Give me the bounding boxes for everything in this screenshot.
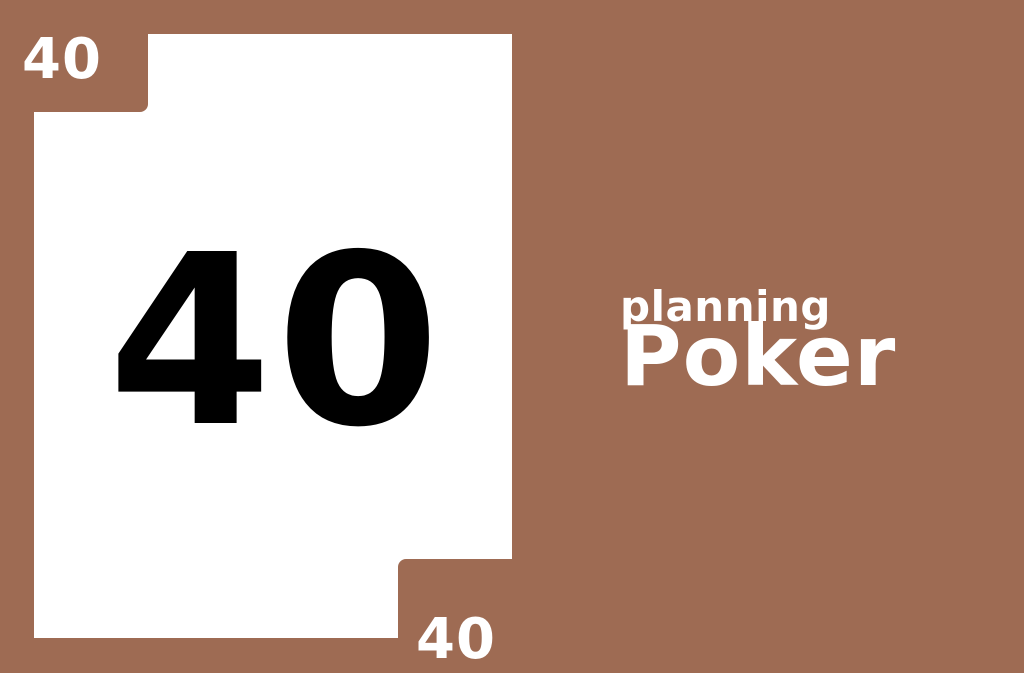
- card-corner-top-left: 40: [0, 0, 148, 112]
- poker-card[interactable]: 40 40 40: [0, 0, 546, 672]
- card-corner-bottom-right: 40: [398, 559, 546, 672]
- card-value: 40: [107, 204, 445, 479]
- brand-logo: planning Poker: [620, 284, 897, 405]
- brand-line-poker: Poker: [620, 307, 897, 405]
